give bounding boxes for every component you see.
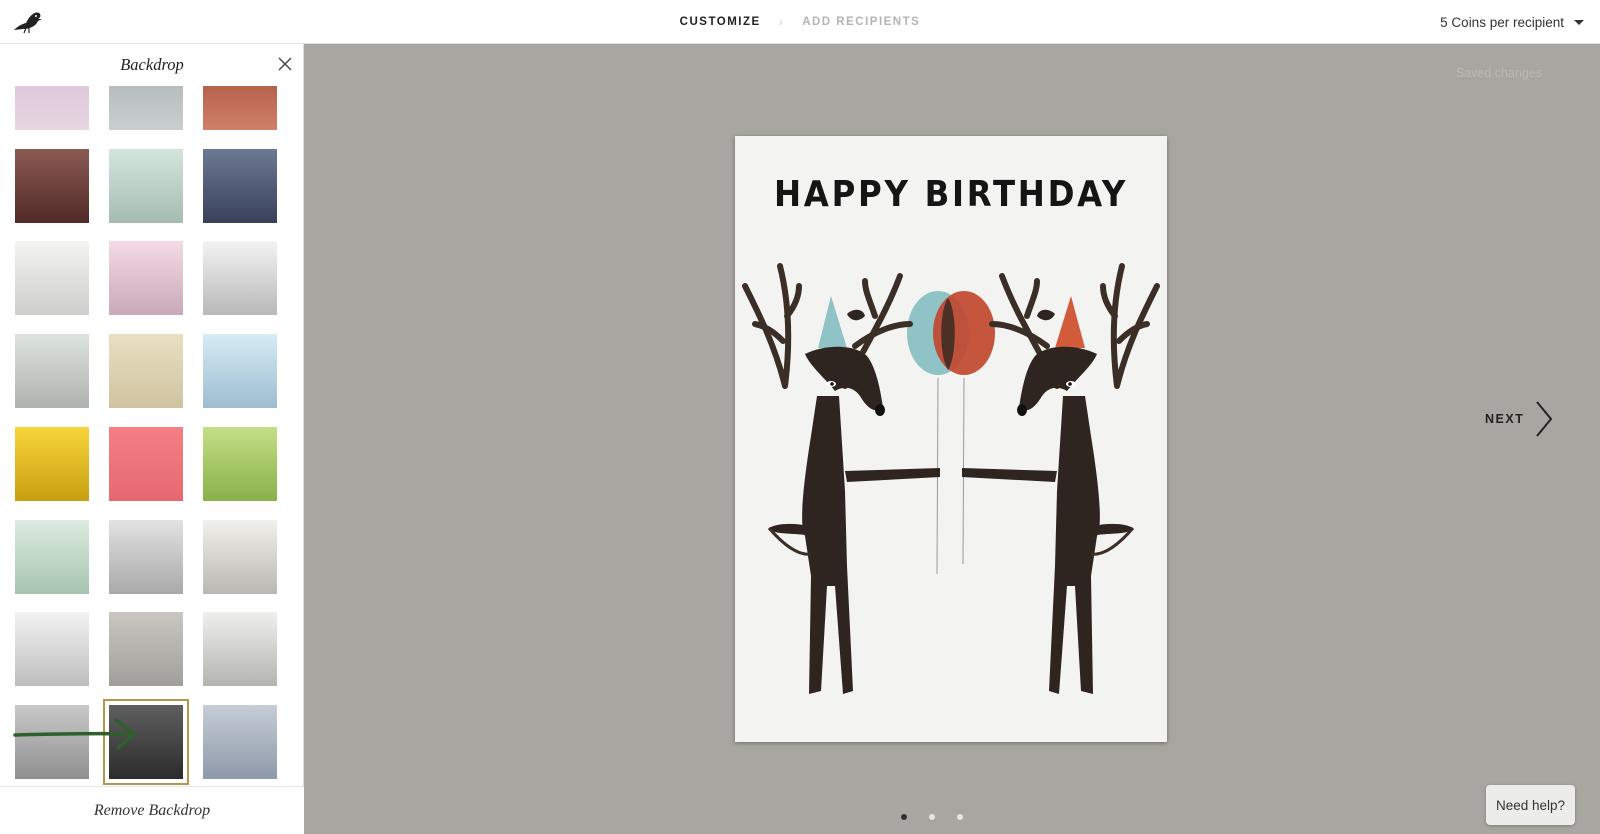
panel-title: Backdrop — [120, 55, 184, 74]
backdrop-swatch[interactable] — [15, 426, 89, 501]
backdrop-swatch[interactable] — [15, 148, 89, 223]
backdrop-swatch[interactable] — [15, 241, 89, 316]
top-bar: CUSTOMIZE › ADD RECIPIENTS 5 Coins per r… — [0, 0, 1600, 44]
backdrop-grid-viewport[interactable] — [0, 86, 304, 830]
need-help-button[interactable]: Need help? — [1486, 785, 1575, 825]
backdrop-swatch[interactable] — [109, 519, 183, 594]
backdrop-swatch[interactable] — [15, 519, 89, 594]
chevron-right-icon: › — [778, 15, 785, 29]
card-preview[interactable]: HAPPY BIRTHDAY — [735, 136, 1167, 742]
step-add-recipients[interactable]: ADD RECIPIENTS — [802, 16, 920, 28]
backdrop-swatch[interactable] — [109, 334, 183, 409]
backdrop-swatch[interactable] — [203, 241, 277, 316]
page-dot[interactable] — [929, 814, 935, 820]
backdrop-swatch[interactable] — [203, 86, 277, 130]
backdrop-swatch[interactable] — [15, 334, 89, 409]
backdrop-swatch[interactable] — [203, 612, 277, 687]
backdrop-swatch[interactable] — [109, 426, 183, 501]
remove-backdrop-button[interactable]: Remove Backdrop — [0, 786, 304, 834]
page-dot[interactable] — [901, 814, 907, 820]
close-icon[interactable] — [277, 56, 293, 72]
deer-illustration — [742, 263, 1160, 694]
saved-status: Saved changes — [1455, 66, 1542, 80]
backdrop-panel: Backdrop Remove Backdrop — [0, 44, 304, 834]
backdrop-swatch[interactable] — [203, 334, 277, 409]
step-navigation: CUSTOMIZE › ADD RECIPIENTS — [0, 0, 1600, 44]
caret-down-icon — [1574, 19, 1584, 25]
step-customize[interactable]: CUSTOMIZE — [680, 16, 761, 28]
backdrop-swatch[interactable] — [203, 519, 277, 594]
next-button[interactable]: NEXT — [1485, 400, 1554, 438]
card-title: HAPPY BIRTHDAY — [773, 174, 1129, 215]
backdrop-swatch[interactable] — [15, 86, 89, 130]
backdrop-swatch[interactable] — [15, 704, 89, 779]
coins-label: 5 Coins per recipient — [1440, 14, 1564, 30]
backdrop-swatch[interactable] — [109, 612, 183, 687]
backdrop-swatch[interactable] — [109, 241, 183, 316]
coins-dropdown[interactable]: 5 Coins per recipient — [1440, 0, 1584, 44]
next-label: NEXT — [1485, 412, 1525, 426]
backdrop-swatch[interactable] — [203, 148, 277, 223]
backdrop-swatch[interactable] — [109, 86, 183, 130]
backdrop-swatch[interactable] — [103, 698, 189, 785]
backdrop-swatch[interactable] — [203, 426, 277, 501]
chevron-right-icon — [1536, 401, 1553, 437]
backdrop-swatch[interactable] — [109, 148, 183, 223]
backdrop-swatch[interactable] — [203, 704, 277, 779]
page-dot[interactable] — [957, 814, 963, 820]
page-indicator — [264, 814, 1600, 820]
preview-canvas: Saved changes HAPPY BIRTHDAY NEXT Need h… — [304, 44, 1600, 834]
backdrop-swatch[interactable] — [15, 612, 89, 687]
